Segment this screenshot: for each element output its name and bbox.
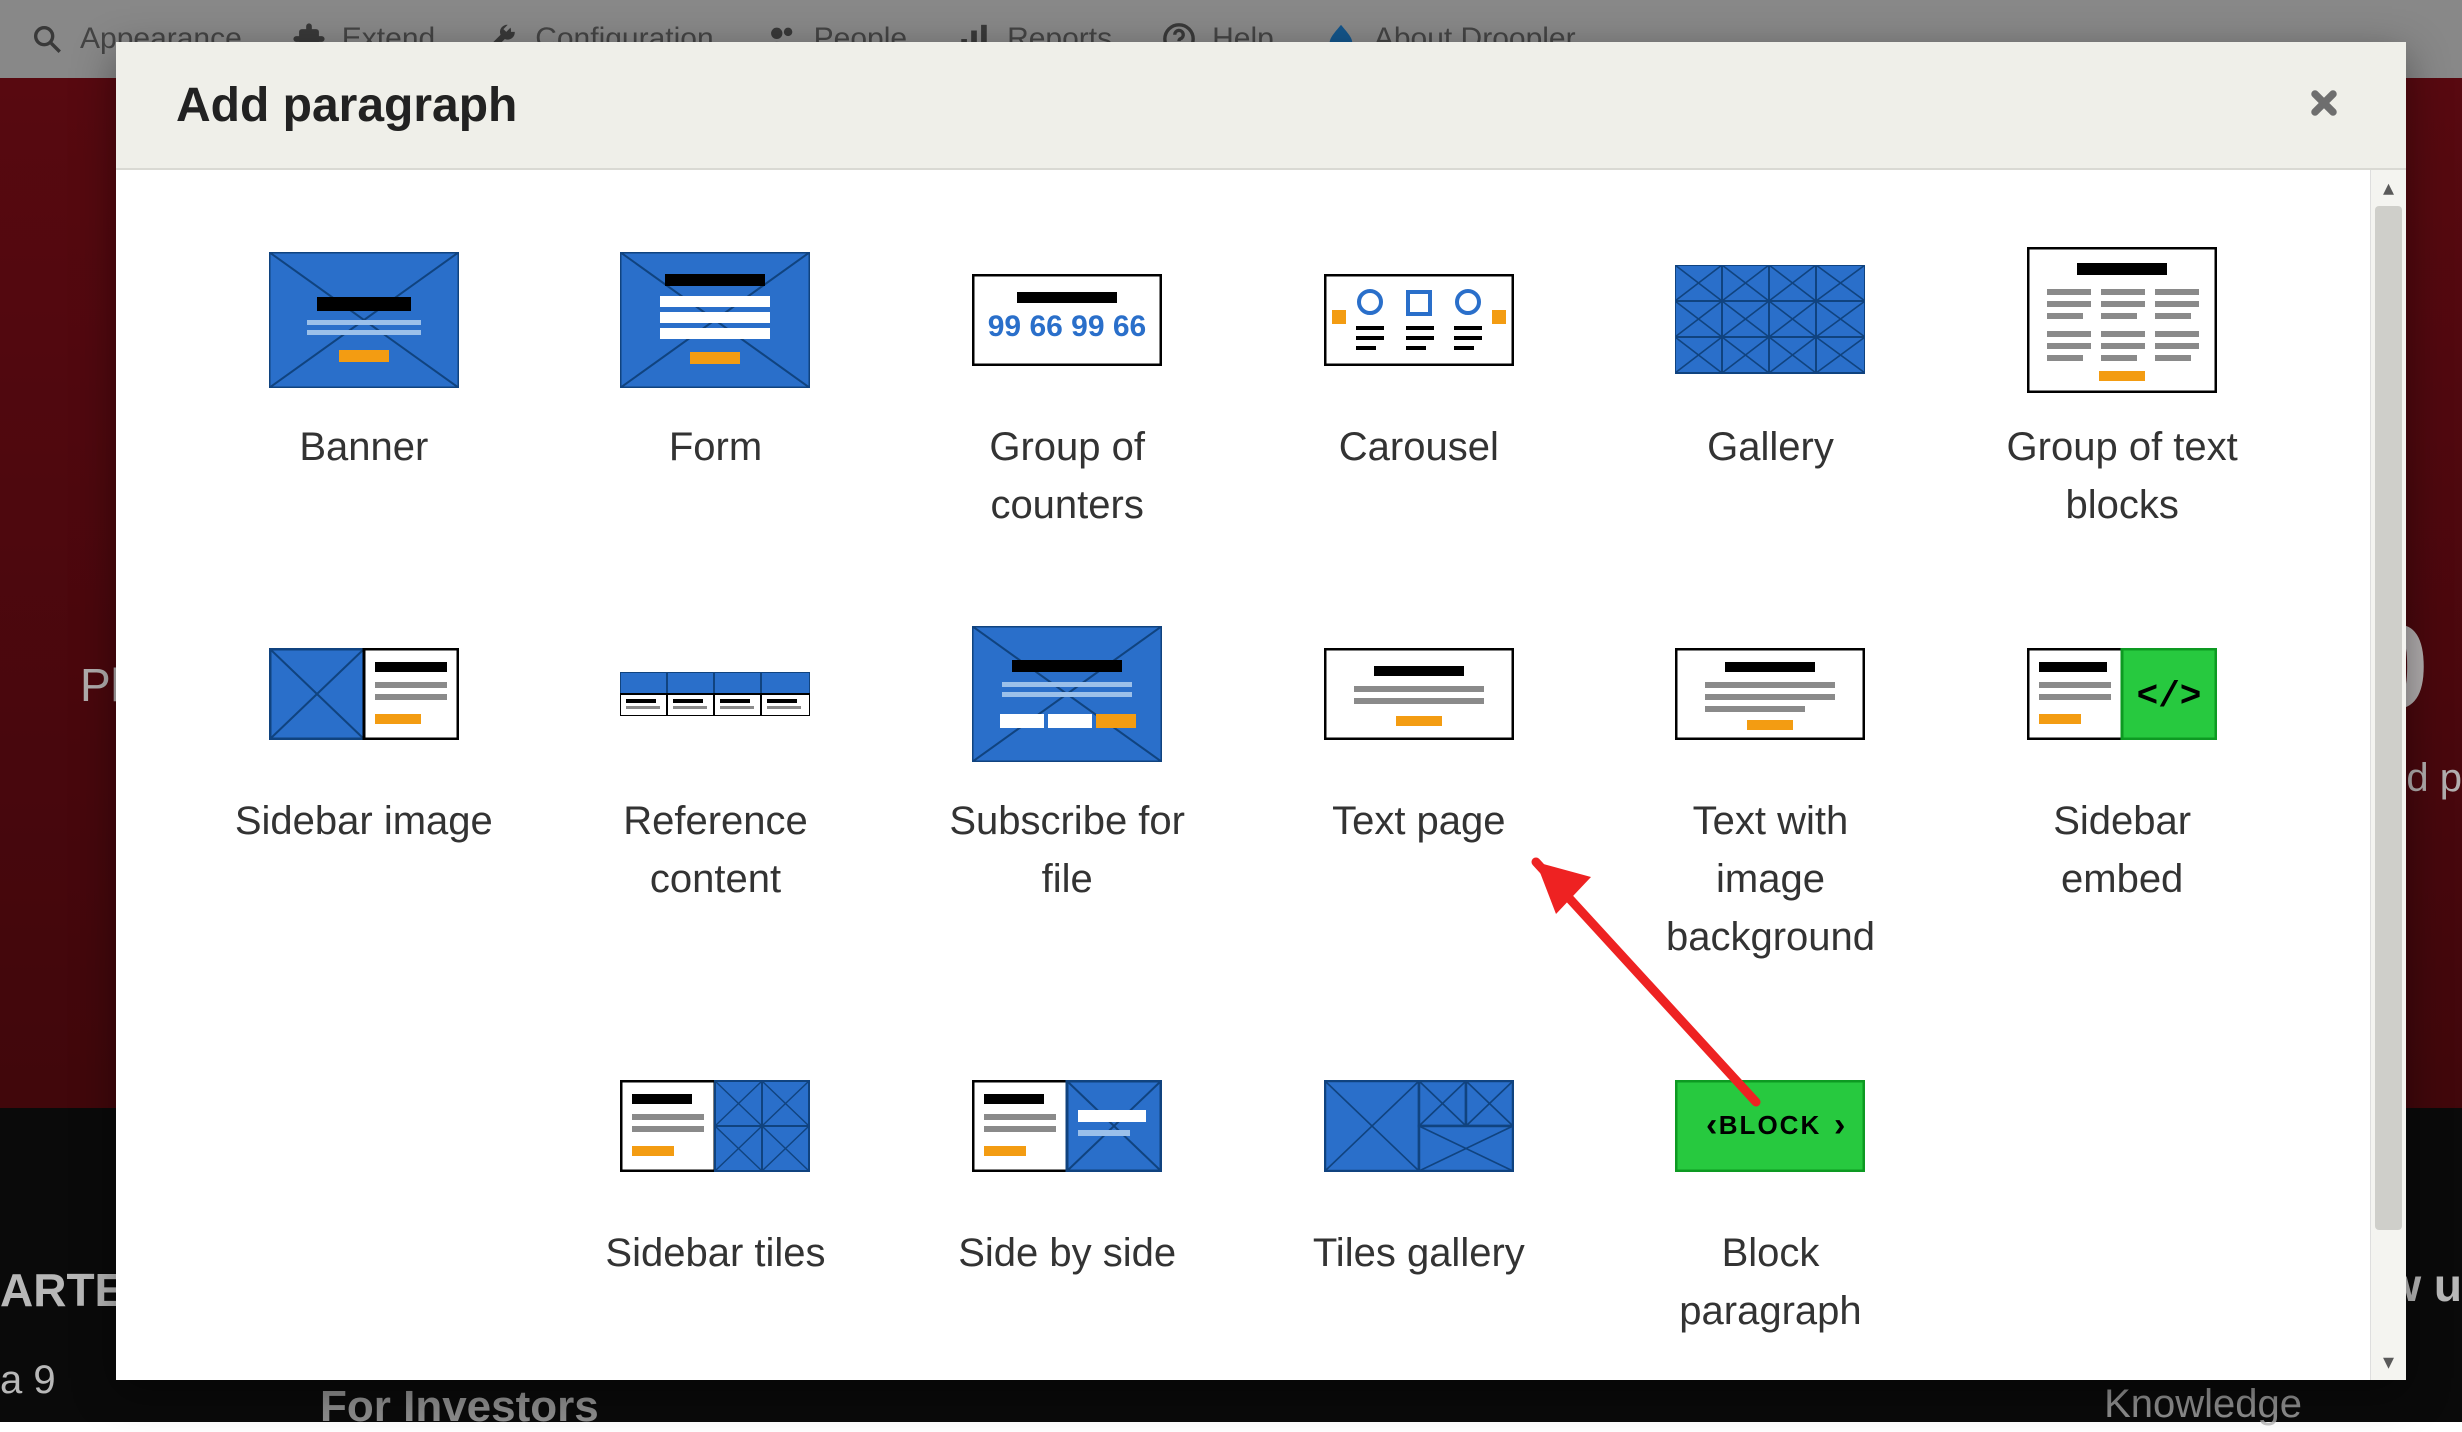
paragraph-option-group-of-counters[interactable]: 99 66 99 66 Group of counters <box>919 250 1215 534</box>
add-paragraph-modal: Add paragraph <box>116 42 2406 1380</box>
scroll-up-icon[interactable]: ▴ <box>2383 170 2394 206</box>
text-bg-image-thumb-icon <box>1675 624 1865 764</box>
svg-text:BLOCK: BLOCK <box>1719 1110 1821 1140</box>
tiles-gallery-thumb-icon <box>1324 1056 1514 1196</box>
reference-content-thumb-icon <box>620 624 810 764</box>
paragraph-option-carousel[interactable]: Carousel <box>1271 250 1567 534</box>
paragraph-option-sidebar-tiles[interactable]: Sidebar tiles <box>568 1056 864 1340</box>
text-page-thumb-icon <box>1324 624 1514 764</box>
scroll-thumb[interactable] <box>2375 206 2402 1230</box>
paragraph-option-banner[interactable]: Banner <box>216 250 512 534</box>
gallery-thumb-icon <box>1675 250 1865 390</box>
scroll-track[interactable] <box>2371 206 2406 1344</box>
paragraph-label: Gallery <box>1707 418 1834 476</box>
modal-header: Add paragraph <box>116 42 2406 170</box>
sidebar-embed-thumb-icon: </> <box>2027 624 2217 764</box>
paragraph-option-subscribe-for-file[interactable]: Subscribe for file <box>919 624 1215 966</box>
paragraph-label: Subscribe for file <box>937 792 1197 908</box>
paragraph-label: Group of text blocks <box>1992 418 2252 534</box>
paragraph-option-group-of-text-blocks[interactable]: Group of text blocks <box>1974 250 2270 534</box>
paragraph-grid: Banner <box>216 250 2270 1340</box>
paragraph-label: Text page <box>1332 792 1505 850</box>
paragraph-option-reference-content[interactable]: Reference content <box>568 624 864 966</box>
paragraph-label: Sidebar image <box>235 792 493 850</box>
side-by-side-thumb-icon <box>972 1056 1162 1196</box>
modal-scrollbar[interactable]: ▴ ▾ <box>2370 170 2406 1380</box>
paragraph-option-block-paragraph[interactable]: ‹ BLOCK › Block paragraph <box>1623 1056 1919 1340</box>
banner-thumb-icon <box>269 250 459 390</box>
paragraph-label: Carousel <box>1339 418 1499 476</box>
paragraph-label: Sidebar tiles <box>605 1224 825 1282</box>
sidebar-image-thumb-icon <box>269 624 459 764</box>
form-thumb-icon <box>620 250 810 390</box>
subscribe-thumb-icon <box>972 624 1162 764</box>
text-blocks-thumb-icon <box>2027 250 2217 390</box>
paragraph-option-form[interactable]: Form <box>568 250 864 534</box>
paragraph-option-text-with-image-background[interactable]: Text with image background <box>1623 624 1919 966</box>
modal-title: Add paragraph <box>176 78 2302 133</box>
paragraph-option-sidebar-embed[interactable]: </> Sidebar embed <box>1974 624 2270 966</box>
block-paragraph-thumb-icon: ‹ BLOCK › <box>1675 1056 1865 1196</box>
paragraph-label: Side by side <box>958 1224 1176 1282</box>
paragraph-option-sidebar-image[interactable]: Sidebar image <box>216 624 512 966</box>
paragraph-label: Form <box>669 418 762 476</box>
scroll-down-icon[interactable]: ▾ <box>2383 1344 2394 1380</box>
svg-text:›: › <box>1834 1106 1845 1144</box>
carousel-thumb-icon <box>1324 250 1514 390</box>
paragraph-label: Sidebar embed <box>1992 792 2252 908</box>
paragraph-label: Reference content <box>585 792 845 908</box>
svg-text:‹: ‹ <box>1706 1106 1717 1144</box>
counters-thumb-icon: 99 66 99 66 <box>972 250 1162 390</box>
paragraph-option-side-by-side[interactable]: Side by side <box>919 1056 1215 1340</box>
close-button[interactable] <box>2302 83 2346 127</box>
paragraph-label: Text with image background <box>1640 792 1900 966</box>
svg-text:</>: </> <box>2137 676 2202 717</box>
paragraph-label: Tiles gallery <box>1313 1224 1525 1282</box>
close-icon <box>2306 85 2342 126</box>
paragraph-label: Block paragraph <box>1640 1224 1900 1340</box>
modal-body: Banner <box>116 170 2370 1380</box>
svg-text:99 66 99 66: 99 66 99 66 <box>988 310 1146 343</box>
sidebar-tiles-thumb-icon <box>620 1056 810 1196</box>
paragraph-label: Group of counters <box>937 418 1197 534</box>
paragraph-option-tiles-gallery[interactable]: Tiles gallery <box>1271 1056 1567 1340</box>
paragraph-option-gallery[interactable]: Gallery <box>1623 250 1919 534</box>
paragraph-option-text-page[interactable]: Text page <box>1271 624 1567 966</box>
paragraph-label: Banner <box>299 418 428 476</box>
